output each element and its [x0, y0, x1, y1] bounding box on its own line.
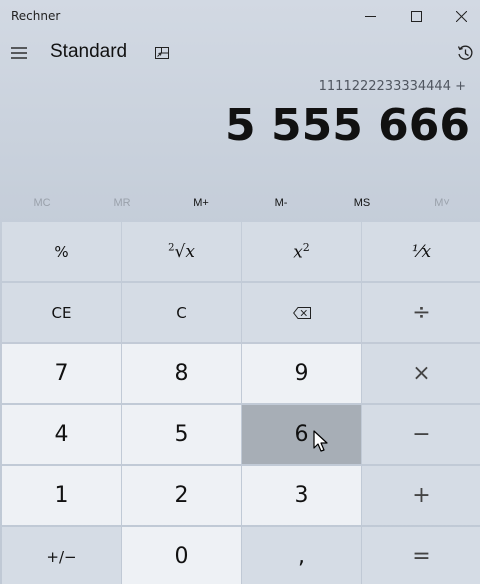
digit-3-label: 3: [294, 483, 309, 508]
mode-title: Standard: [50, 41, 128, 62]
memory-recall-button[interactable]: MR: [82, 190, 162, 216]
digit-6-button[interactable]: 6: [242, 405, 361, 464]
divide-button[interactable]: ÷: [362, 283, 480, 342]
divide-label: ÷: [412, 300, 431, 325]
clear-entry-label: CE: [51, 303, 72, 322]
clear-button[interactable]: C: [122, 283, 241, 342]
multiply-button[interactable]: ×: [362, 344, 480, 403]
memory-store-button[interactable]: MS: [322, 190, 402, 216]
digit-1-button[interactable]: 1: [2, 466, 121, 525]
digit-8-button[interactable]: 8: [122, 344, 241, 403]
equals-label: =: [412, 544, 431, 569]
digit-9-button[interactable]: 9: [242, 344, 361, 403]
plus-button[interactable]: +: [362, 466, 480, 525]
digit-6-label: 6: [294, 422, 309, 447]
minus-label: −: [412, 422, 431, 447]
expression-display: 1111222233334444 +: [318, 79, 466, 94]
digit-4-button[interactable]: 4: [2, 405, 121, 464]
history-icon: [457, 45, 473, 60]
negate-button[interactable]: +/−: [2, 527, 121, 584]
digit-4-label: 4: [54, 422, 69, 447]
digit-5-button[interactable]: 5: [122, 405, 241, 464]
digit-7-label: 7: [54, 361, 69, 386]
digit-1-label: 1: [54, 483, 69, 508]
minimize-button[interactable]: [347, 0, 393, 32]
digit-8-label: 8: [174, 361, 189, 386]
digit-2-label: 2: [174, 483, 189, 508]
keypad: % 2√x x2 ⅟x CE C ÷ 7 8 9 × 4 5 6 − 1 2 3…: [0, 220, 480, 584]
minus-button[interactable]: −: [362, 405, 480, 464]
square-root-button[interactable]: 2√x: [122, 222, 241, 281]
digit-5-label: 5: [174, 422, 189, 447]
clear-label: C: [176, 303, 187, 322]
digit-2-button[interactable]: 2: [122, 466, 241, 525]
maximize-icon: [410, 10, 422, 22]
square-base: x: [293, 242, 303, 263]
root-sign: √: [174, 241, 186, 262]
maximize-button[interactable]: [393, 0, 439, 32]
square-button[interactable]: x2: [242, 222, 361, 281]
square-exponent: 2: [302, 240, 310, 254]
percent-button[interactable]: %: [2, 222, 121, 281]
digit-0-label: 0: [174, 544, 189, 569]
root-x: x: [185, 241, 195, 262]
close-button[interactable]: [438, 0, 480, 32]
navigation-menu-button[interactable]: [8, 42, 30, 64]
close-icon: [455, 10, 467, 22]
plus-label: +: [412, 483, 431, 508]
backspace-icon: [292, 306, 311, 319]
reciprocal-button[interactable]: ⅟x: [362, 222, 480, 281]
multiply-label: ×: [412, 361, 431, 386]
memory-list-button[interactable]: M˅: [402, 190, 480, 216]
percent-label: %: [54, 242, 69, 261]
decimal-button[interactable]: ,: [242, 527, 361, 584]
history-button[interactable]: [454, 42, 476, 64]
square-root-label: 2√x: [168, 242, 195, 262]
digit-7-button[interactable]: 7: [2, 344, 121, 403]
title-bar: Rechner: [0, 0, 480, 32]
digit-9-label: 9: [294, 361, 309, 386]
negate-label: +/−: [46, 547, 77, 566]
backspace-button[interactable]: [242, 283, 361, 342]
digit-3-button[interactable]: 3: [242, 466, 361, 525]
reciprocal-label: ⅟x: [411, 241, 432, 262]
calculator-header: Standard: [0, 32, 480, 76]
hamburger-icon: [11, 47, 27, 59]
memory-row: MC MR M+ M- MS M˅: [0, 190, 480, 216]
memory-subtract-button[interactable]: M-: [241, 190, 321, 216]
memory-clear-button[interactable]: MC: [2, 190, 82, 216]
decimal-label: ,: [298, 544, 305, 569]
square-label: x2: [293, 241, 310, 263]
mouse-cursor-icon: [313, 430, 328, 452]
app-title: Rechner: [11, 9, 61, 23]
keep-on-top-icon: [155, 47, 169, 59]
minimize-icon: [364, 15, 376, 17]
digit-0-button[interactable]: 0: [122, 527, 241, 584]
memory-add-button[interactable]: M+: [161, 190, 241, 216]
equals-button[interactable]: =: [362, 527, 480, 584]
result-display: 5 555 666: [225, 100, 470, 151]
clear-entry-button[interactable]: CE: [2, 283, 121, 342]
keep-on-top-button[interactable]: [153, 44, 171, 62]
